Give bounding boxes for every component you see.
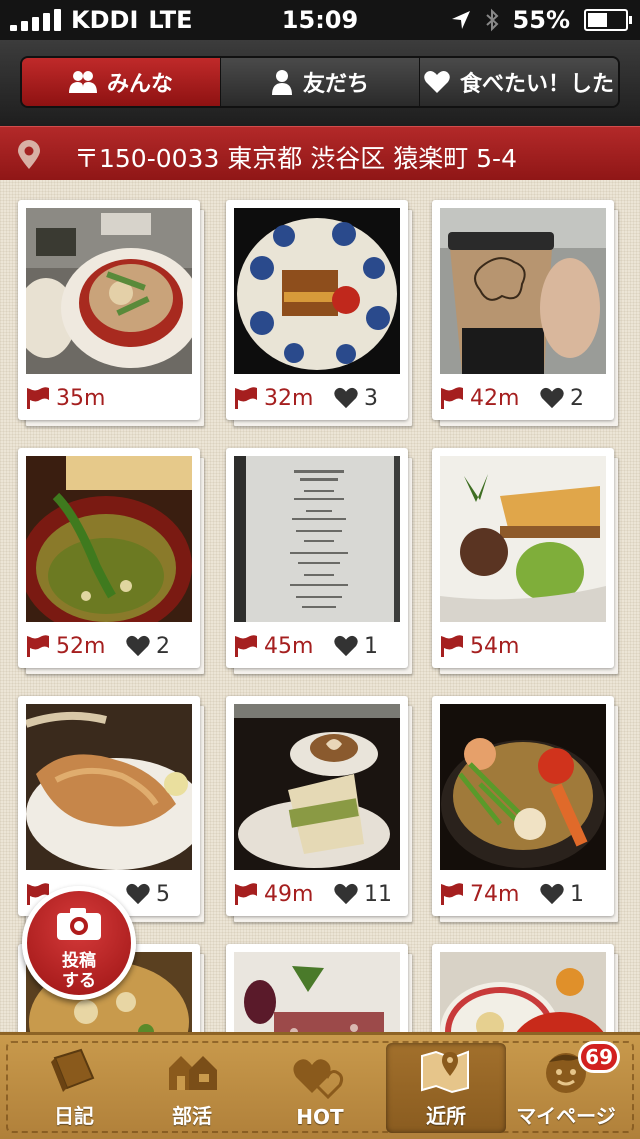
flag-icon bbox=[441, 635, 463, 657]
distance-label: 54m bbox=[470, 633, 520, 659]
heart-icon bbox=[334, 635, 358, 657]
tab-want-to-eat-label: 食べたい！した bbox=[459, 72, 614, 97]
heart-icon bbox=[334, 387, 358, 409]
like-count: 11 bbox=[334, 882, 392, 907]
heart-icon bbox=[334, 883, 358, 905]
post-card[interactable] bbox=[226, 944, 408, 1032]
food-photo bbox=[26, 704, 192, 870]
flag-icon bbox=[441, 387, 463, 409]
tab-nearby[interactable]: 近所 bbox=[386, 1043, 506, 1133]
post-card[interactable] bbox=[432, 944, 614, 1032]
camera-icon bbox=[57, 908, 101, 940]
distance-label: 74m bbox=[470, 881, 520, 907]
distance-label: 45m bbox=[264, 633, 314, 659]
tab-nearby-label: 近所 bbox=[426, 1104, 466, 1128]
post-button-line2: する bbox=[62, 971, 96, 991]
food-photo bbox=[26, 208, 192, 374]
people-icon bbox=[68, 71, 97, 93]
food-photo bbox=[440, 952, 606, 1032]
food-photo bbox=[234, 952, 400, 1032]
post-card[interactable]: 52m 2 bbox=[18, 448, 200, 668]
map-icon bbox=[421, 1050, 469, 1094]
flag-icon bbox=[27, 635, 49, 657]
tab-club-label: 部活 bbox=[172, 1104, 212, 1128]
tab-everyone-label: みんな bbox=[106, 72, 173, 97]
tab-diary[interactable]: 日記 bbox=[14, 1043, 134, 1133]
post-card[interactable]: 49m 11 bbox=[226, 696, 408, 916]
like-count: 2 bbox=[540, 386, 584, 411]
food-photo bbox=[234, 704, 400, 870]
tab-friends[interactable]: 友だち bbox=[220, 58, 419, 106]
food-photo bbox=[440, 208, 606, 374]
post-card[interactable]: 32m 3 bbox=[226, 200, 408, 420]
like-count-value: 5 bbox=[156, 881, 170, 907]
battery-percent: 55% bbox=[512, 6, 570, 34]
like-count: 5 bbox=[126, 882, 170, 907]
distance-label: 35m bbox=[56, 385, 106, 411]
flag-icon bbox=[27, 387, 49, 409]
food-photo bbox=[440, 704, 606, 870]
like-count: 3 bbox=[334, 386, 378, 411]
current-address: 〒150-0033 東京都 渋谷区 猿楽町 5-4 bbox=[74, 144, 517, 173]
food-photo bbox=[26, 456, 192, 622]
heart-icon bbox=[126, 635, 150, 657]
like-count: 1 bbox=[540, 882, 584, 907]
feed-filter-segmented-control: みんな 友だち 食べたい！した bbox=[22, 58, 618, 106]
distance-label: 42m bbox=[470, 385, 520, 411]
heart-icon bbox=[424, 71, 450, 93]
heart-icon bbox=[540, 387, 564, 409]
status-bar: KDDI LTE 15:09 55% bbox=[0, 0, 640, 40]
notification-badge: 69 bbox=[578, 1041, 620, 1073]
tab-hot-label: HOT bbox=[296, 1105, 344, 1129]
post-card[interactable]: 54m bbox=[432, 448, 614, 668]
map-pin-icon bbox=[18, 140, 40, 169]
location-bar[interactable]: 〒150-0033 東京都 渋谷区 猿楽町 5-4 bbox=[0, 126, 640, 183]
distance-label: 32m bbox=[264, 385, 314, 411]
post-photo-button[interactable]: 投稿 する bbox=[22, 886, 136, 1000]
food-photo bbox=[234, 208, 400, 374]
location-arrow-icon bbox=[451, 11, 470, 29]
distance-label: 49m bbox=[264, 881, 314, 907]
post-card[interactable]: 42m 2 bbox=[432, 200, 614, 420]
bottom-tab-bar: 日記 部活 HOT 近所 マイページ 69 bbox=[0, 1032, 640, 1139]
club-icon bbox=[169, 1056, 217, 1090]
person-icon bbox=[271, 70, 292, 95]
battery-icon bbox=[584, 9, 632, 31]
like-count: 1 bbox=[334, 634, 378, 659]
tab-club[interactable]: 部活 bbox=[132, 1043, 252, 1133]
like-count-value: 1 bbox=[570, 881, 584, 907]
like-count-value: 11 bbox=[364, 881, 392, 907]
heart-icon bbox=[540, 883, 564, 905]
flag-icon bbox=[235, 387, 257, 409]
post-card[interactable]: 5 bbox=[18, 696, 200, 916]
tab-hot[interactable]: HOT bbox=[260, 1043, 380, 1133]
flag-icon bbox=[235, 883, 257, 905]
post-button-line1: 投稿 bbox=[62, 951, 96, 971]
food-photo bbox=[440, 456, 606, 622]
header-bar: みんな 友だち 食べたい！した bbox=[0, 40, 640, 126]
distance-label: 52m bbox=[56, 633, 106, 659]
like-count-value: 2 bbox=[156, 633, 170, 659]
like-count: 2 bbox=[126, 634, 170, 659]
bluetooth-icon bbox=[485, 8, 498, 32]
food-photo bbox=[234, 456, 400, 622]
post-card[interactable]: 74m 1 bbox=[432, 696, 614, 916]
tab-mypage[interactable]: マイページ 69 bbox=[506, 1041, 626, 1133]
hot-heart-icon bbox=[293, 1059, 344, 1099]
post-card[interactable]: 35m bbox=[18, 200, 200, 420]
tab-everyone[interactable]: みんな bbox=[22, 58, 220, 106]
flag-icon bbox=[235, 635, 257, 657]
tab-want-to-eat[interactable]: 食べたい！した bbox=[419, 58, 618, 106]
heart-icon bbox=[126, 883, 150, 905]
tab-mypage-label: マイページ bbox=[516, 1104, 616, 1128]
post-card[interactable]: 45m 1 bbox=[226, 448, 408, 668]
tab-diary-label: 日記 bbox=[54, 1104, 94, 1128]
flag-icon bbox=[441, 883, 463, 905]
like-count-value: 3 bbox=[364, 385, 378, 411]
like-count-value: 2 bbox=[570, 385, 584, 411]
like-count-value: 1 bbox=[364, 633, 378, 659]
diary-icon bbox=[51, 1048, 95, 1092]
tab-friends-label: 友だち bbox=[302, 72, 369, 97]
